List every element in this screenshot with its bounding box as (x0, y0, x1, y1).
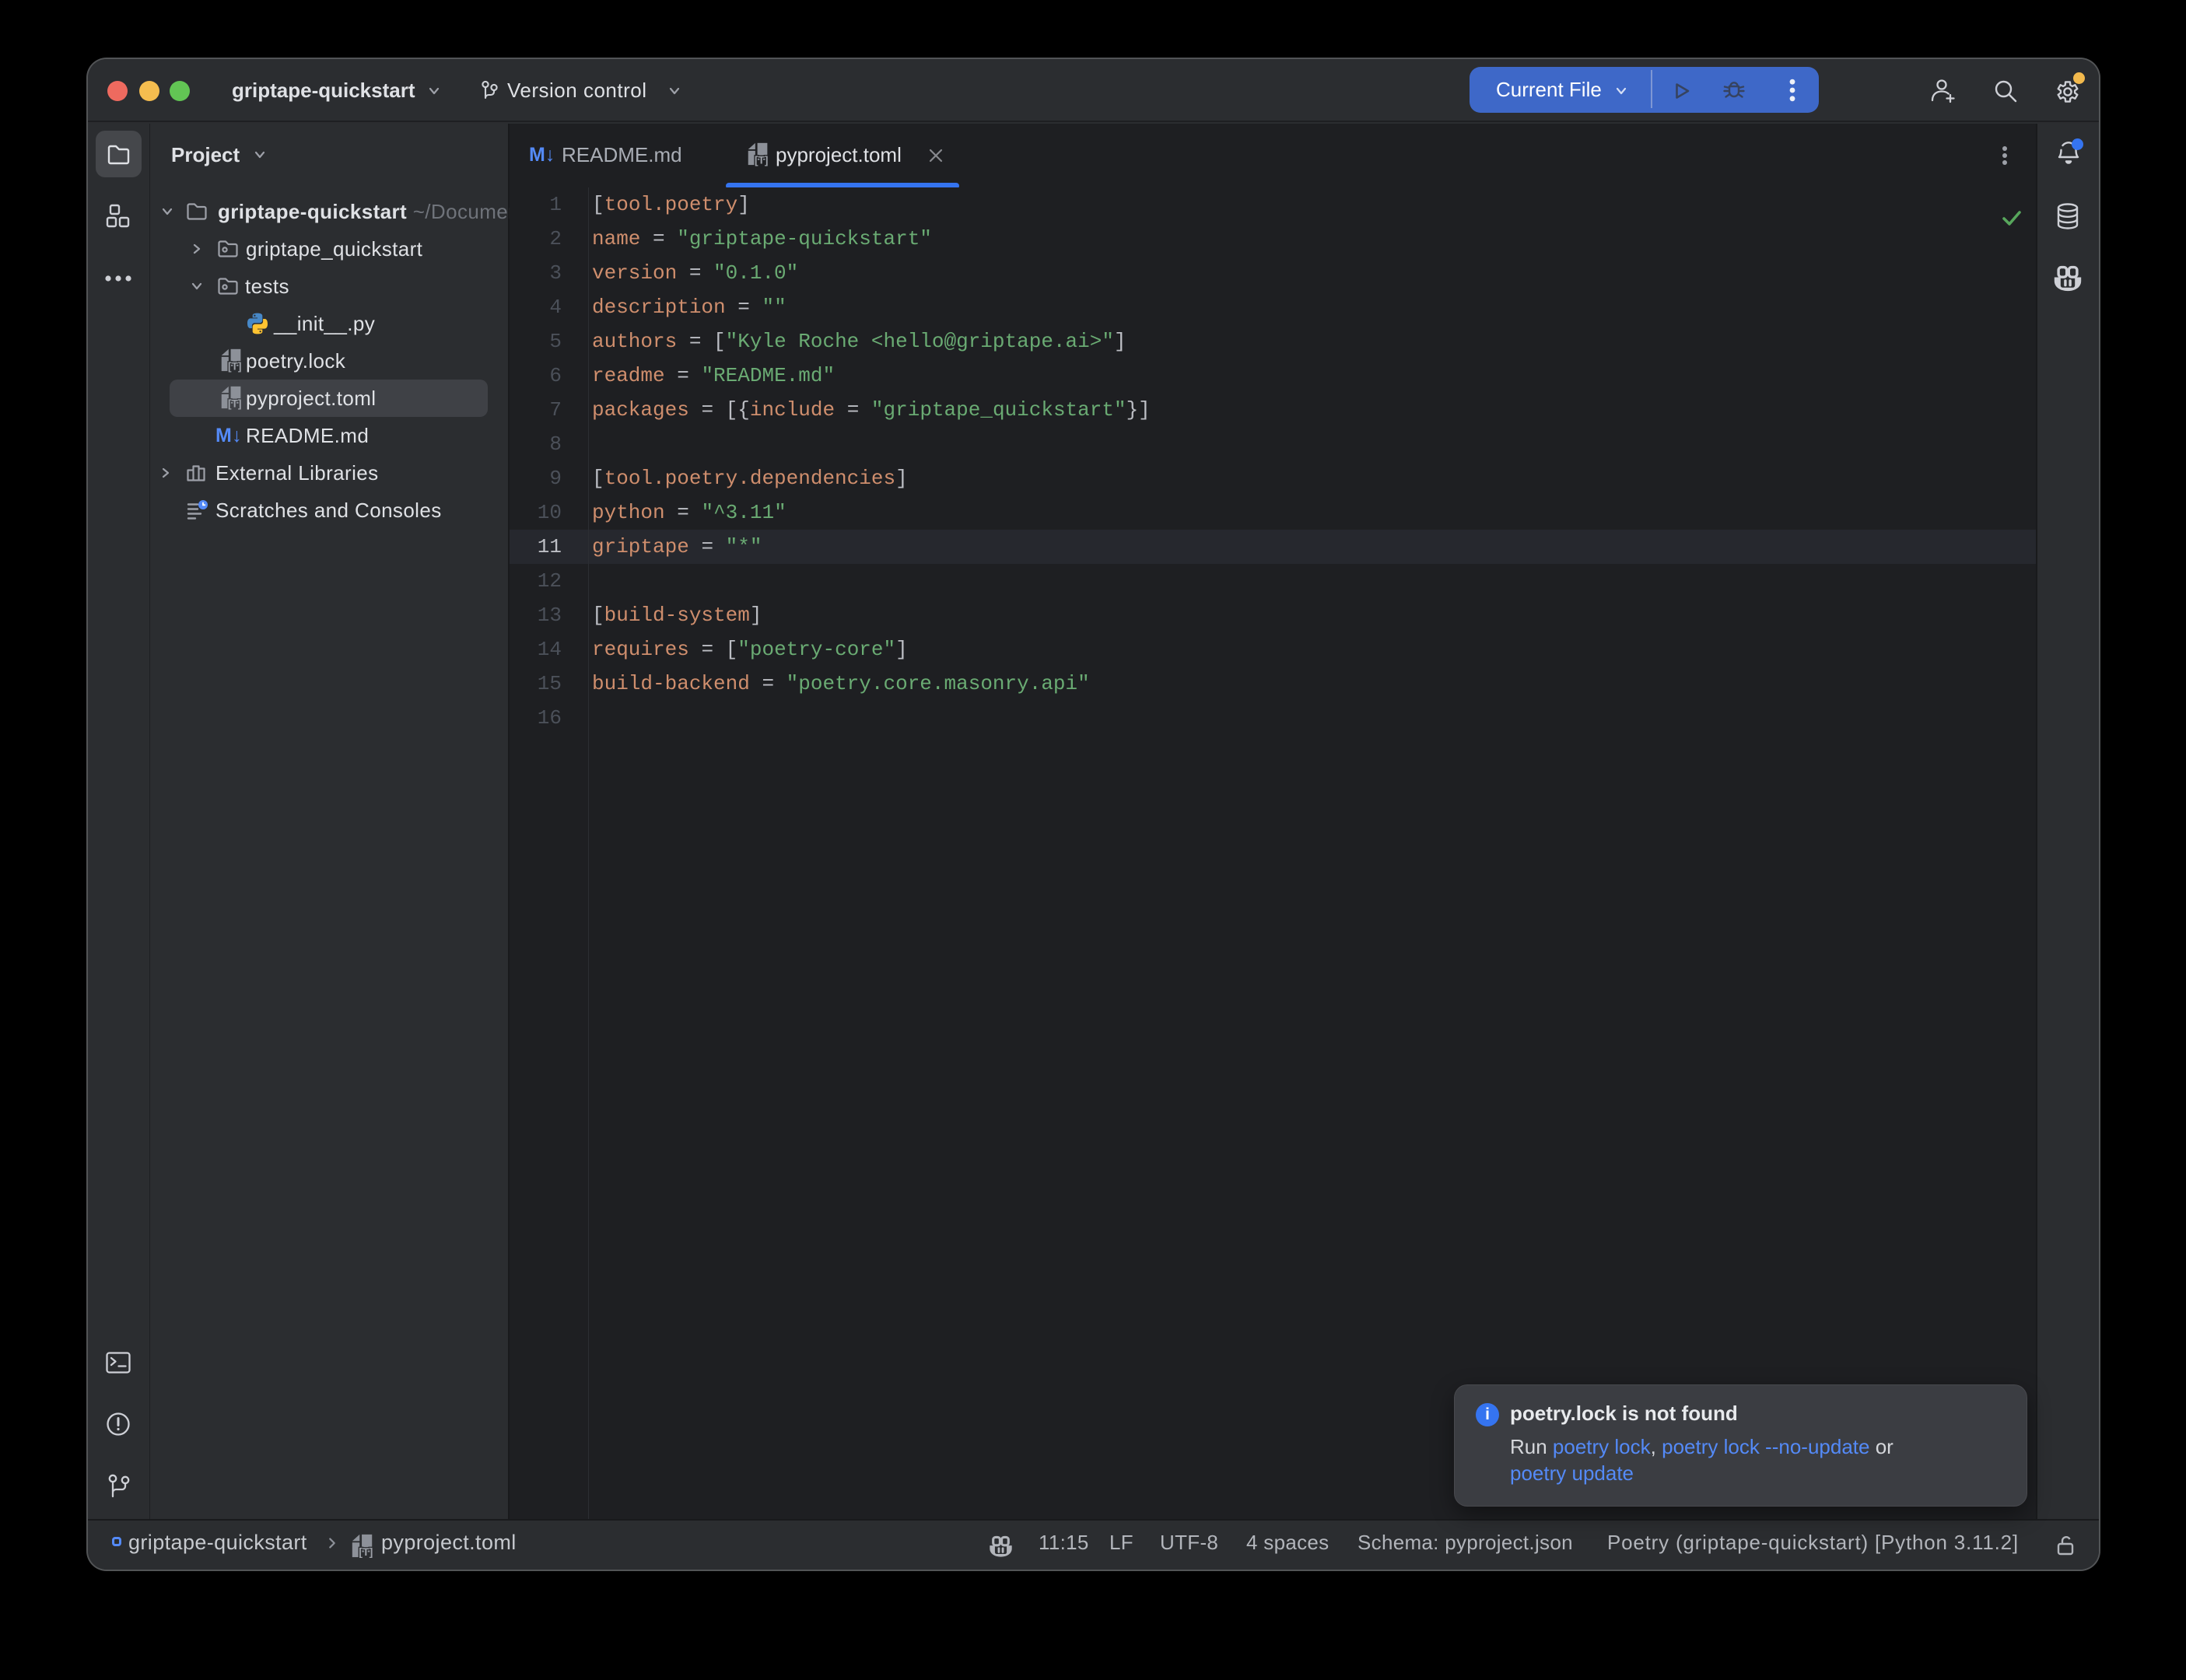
svg-text:[T]: [T] (228, 397, 241, 409)
svg-text:[T]: [T] (755, 154, 768, 166)
svg-text:[T]: [T] (359, 1545, 373, 1558)
svg-text:[T]: [T] (228, 360, 241, 372)
